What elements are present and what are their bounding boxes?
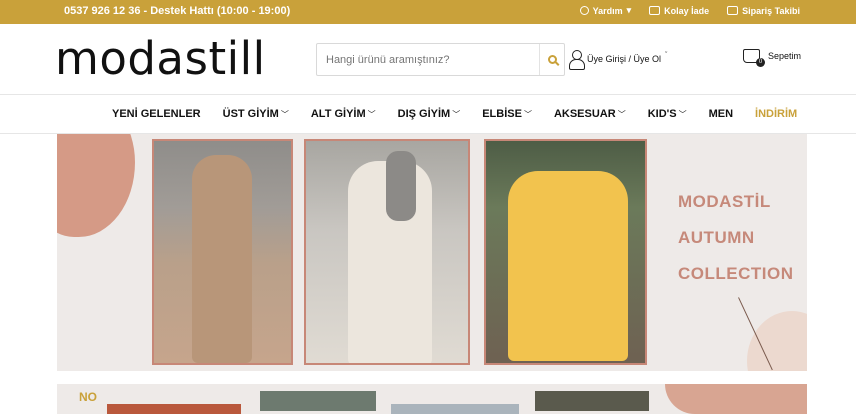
user-icon [569, 50, 585, 70]
chevron-down-icon: ˇ [665, 51, 668, 59]
nav-item-alt-gi-yi-m[interactable]: ALT GİYİM ﹀ [311, 108, 376, 120]
nav-item-men[interactable]: MEN [709, 108, 733, 120]
order-tracking-link[interactable]: Sipariş Takibi [727, 5, 800, 16]
help-link[interactable]: Yardım ▾ [579, 5, 632, 16]
basket-icon: 0 [743, 49, 765, 67]
edit-icon [649, 6, 661, 15]
nav-list: YENİ GELENLER ÜST GİYİM ﹀ ALT GİYİM ﹀ DIŞ GİY… [112, 108, 819, 120]
help-label: Yardım [592, 5, 623, 16]
cart-link[interactable]: 0 Sepetim [743, 49, 802, 67]
product-photo-cream-outfit[interactable] [304, 139, 470, 365]
collection-title: MODASTİL AUTUMN COLLECTION [678, 184, 794, 292]
product-photo-beige-set[interactable] [152, 139, 293, 365]
order-tracking-label: Sipariş Takibi [742, 5, 800, 16]
search-box [316, 43, 565, 76]
chevron-down-icon: ﹀ [617, 109, 626, 119]
nav-item-label: YENİ GELENLER [112, 108, 201, 120]
nav-item-label: ELBİSE [482, 108, 522, 120]
main-nav: YENİ GELENLER ÜST GİYİM ﹀ ALT GİYİM ﹀ DIŞ GİY… [0, 96, 856, 134]
chevron-down-icon: ﹀ [452, 109, 461, 119]
account-label: Üye Girişi / Üye Ol [587, 54, 662, 64]
nav-item-yeni-gelenler[interactable]: YENİ GELENLER [112, 108, 201, 120]
product-thumbnail[interactable] [535, 391, 649, 411]
decorative-blob [57, 134, 135, 237]
chevron-down-icon: ﹀ [678, 109, 687, 119]
nav-item-label: MEN [708, 108, 734, 120]
top-bar: 0537 926 12 36 - Destek Hattı (10:00 - 1… [0, 0, 856, 24]
easy-return-link[interactable]: Kolay İade [649, 5, 709, 16]
cart-count-badge: 0 [756, 58, 765, 67]
product-thumbnail[interactable] [391, 404, 519, 414]
nav-item-label: KID'S [647, 108, 677, 120]
nav-item-diş-gi-yi-m[interactable]: DIŞ GİYİM ﹀ [398, 108, 461, 120]
hero-banner[interactable]: MODASTİL AUTUMN COLLECTION [57, 134, 807, 371]
product-thumbnail[interactable] [107, 404, 241, 414]
nav-item-i-ndi-ri-m[interactable]: İNDİRİM [755, 108, 797, 120]
site-header: modastill Üye Girişi / Üye Ol ˇ 0 Sepeti… [0, 24, 856, 95]
model-figure [192, 155, 252, 363]
topbar-links: Yardım ▾ Kolay İade Sipariş Takibi [579, 5, 800, 16]
chevron-down-icon: ﹀ [523, 109, 532, 119]
blazer-shape [508, 171, 628, 361]
nav-item-kid-s[interactable]: KID'S ﹀ [648, 108, 687, 120]
vertical-text: NO [79, 390, 97, 404]
help-icon [579, 6, 589, 15]
nav-item-label: ALT GİYİM [310, 108, 366, 120]
nav-item-label: DIŞ GİYİM [397, 108, 451, 120]
search-icon [547, 55, 557, 64]
nav-item-label: AKSESUAR [553, 108, 616, 120]
cart-label: Sepetim [768, 51, 802, 61]
decorative-blob [665, 384, 807, 414]
chevron-down-icon: ﹀ [280, 109, 289, 119]
search-input[interactable] [317, 44, 540, 75]
support-line: 0537 926 12 36 - Destek Hattı (10:00 - 1… [64, 5, 291, 17]
nav-item-aksesuar[interactable]: AKSESUAR ﹀ [554, 108, 626, 120]
collection-line-2: AUTUMN [678, 228, 755, 247]
scarf-shape [386, 151, 416, 221]
gift-icon [727, 6, 739, 15]
product-photo-yellow-blazer[interactable] [484, 139, 647, 365]
account-link[interactable]: Üye Girişi / Üye Ol ˇ [569, 50, 668, 70]
nav-item-label: İNDİRİM [755, 108, 798, 120]
product-thumbnail[interactable] [260, 391, 376, 411]
logo[interactable]: modastill [55, 35, 266, 83]
easy-return-label: Kolay İade [664, 5, 710, 16]
secondary-banner[interactable]: NO [57, 384, 807, 414]
chevron-down-icon: ﹀ [367, 109, 376, 119]
collection-line-1: MODASTİL [678, 192, 771, 211]
chevron-down-icon: ▾ [626, 5, 632, 15]
nav-item-label: ÜST GİYİM [222, 108, 279, 120]
nav-item-üst-gi-yi-m[interactable]: ÜST GİYİM ﹀ [223, 108, 289, 120]
nav-item-elbi-se[interactable]: ELBİSE ﹀ [482, 108, 532, 120]
search-button[interactable] [539, 44, 564, 75]
